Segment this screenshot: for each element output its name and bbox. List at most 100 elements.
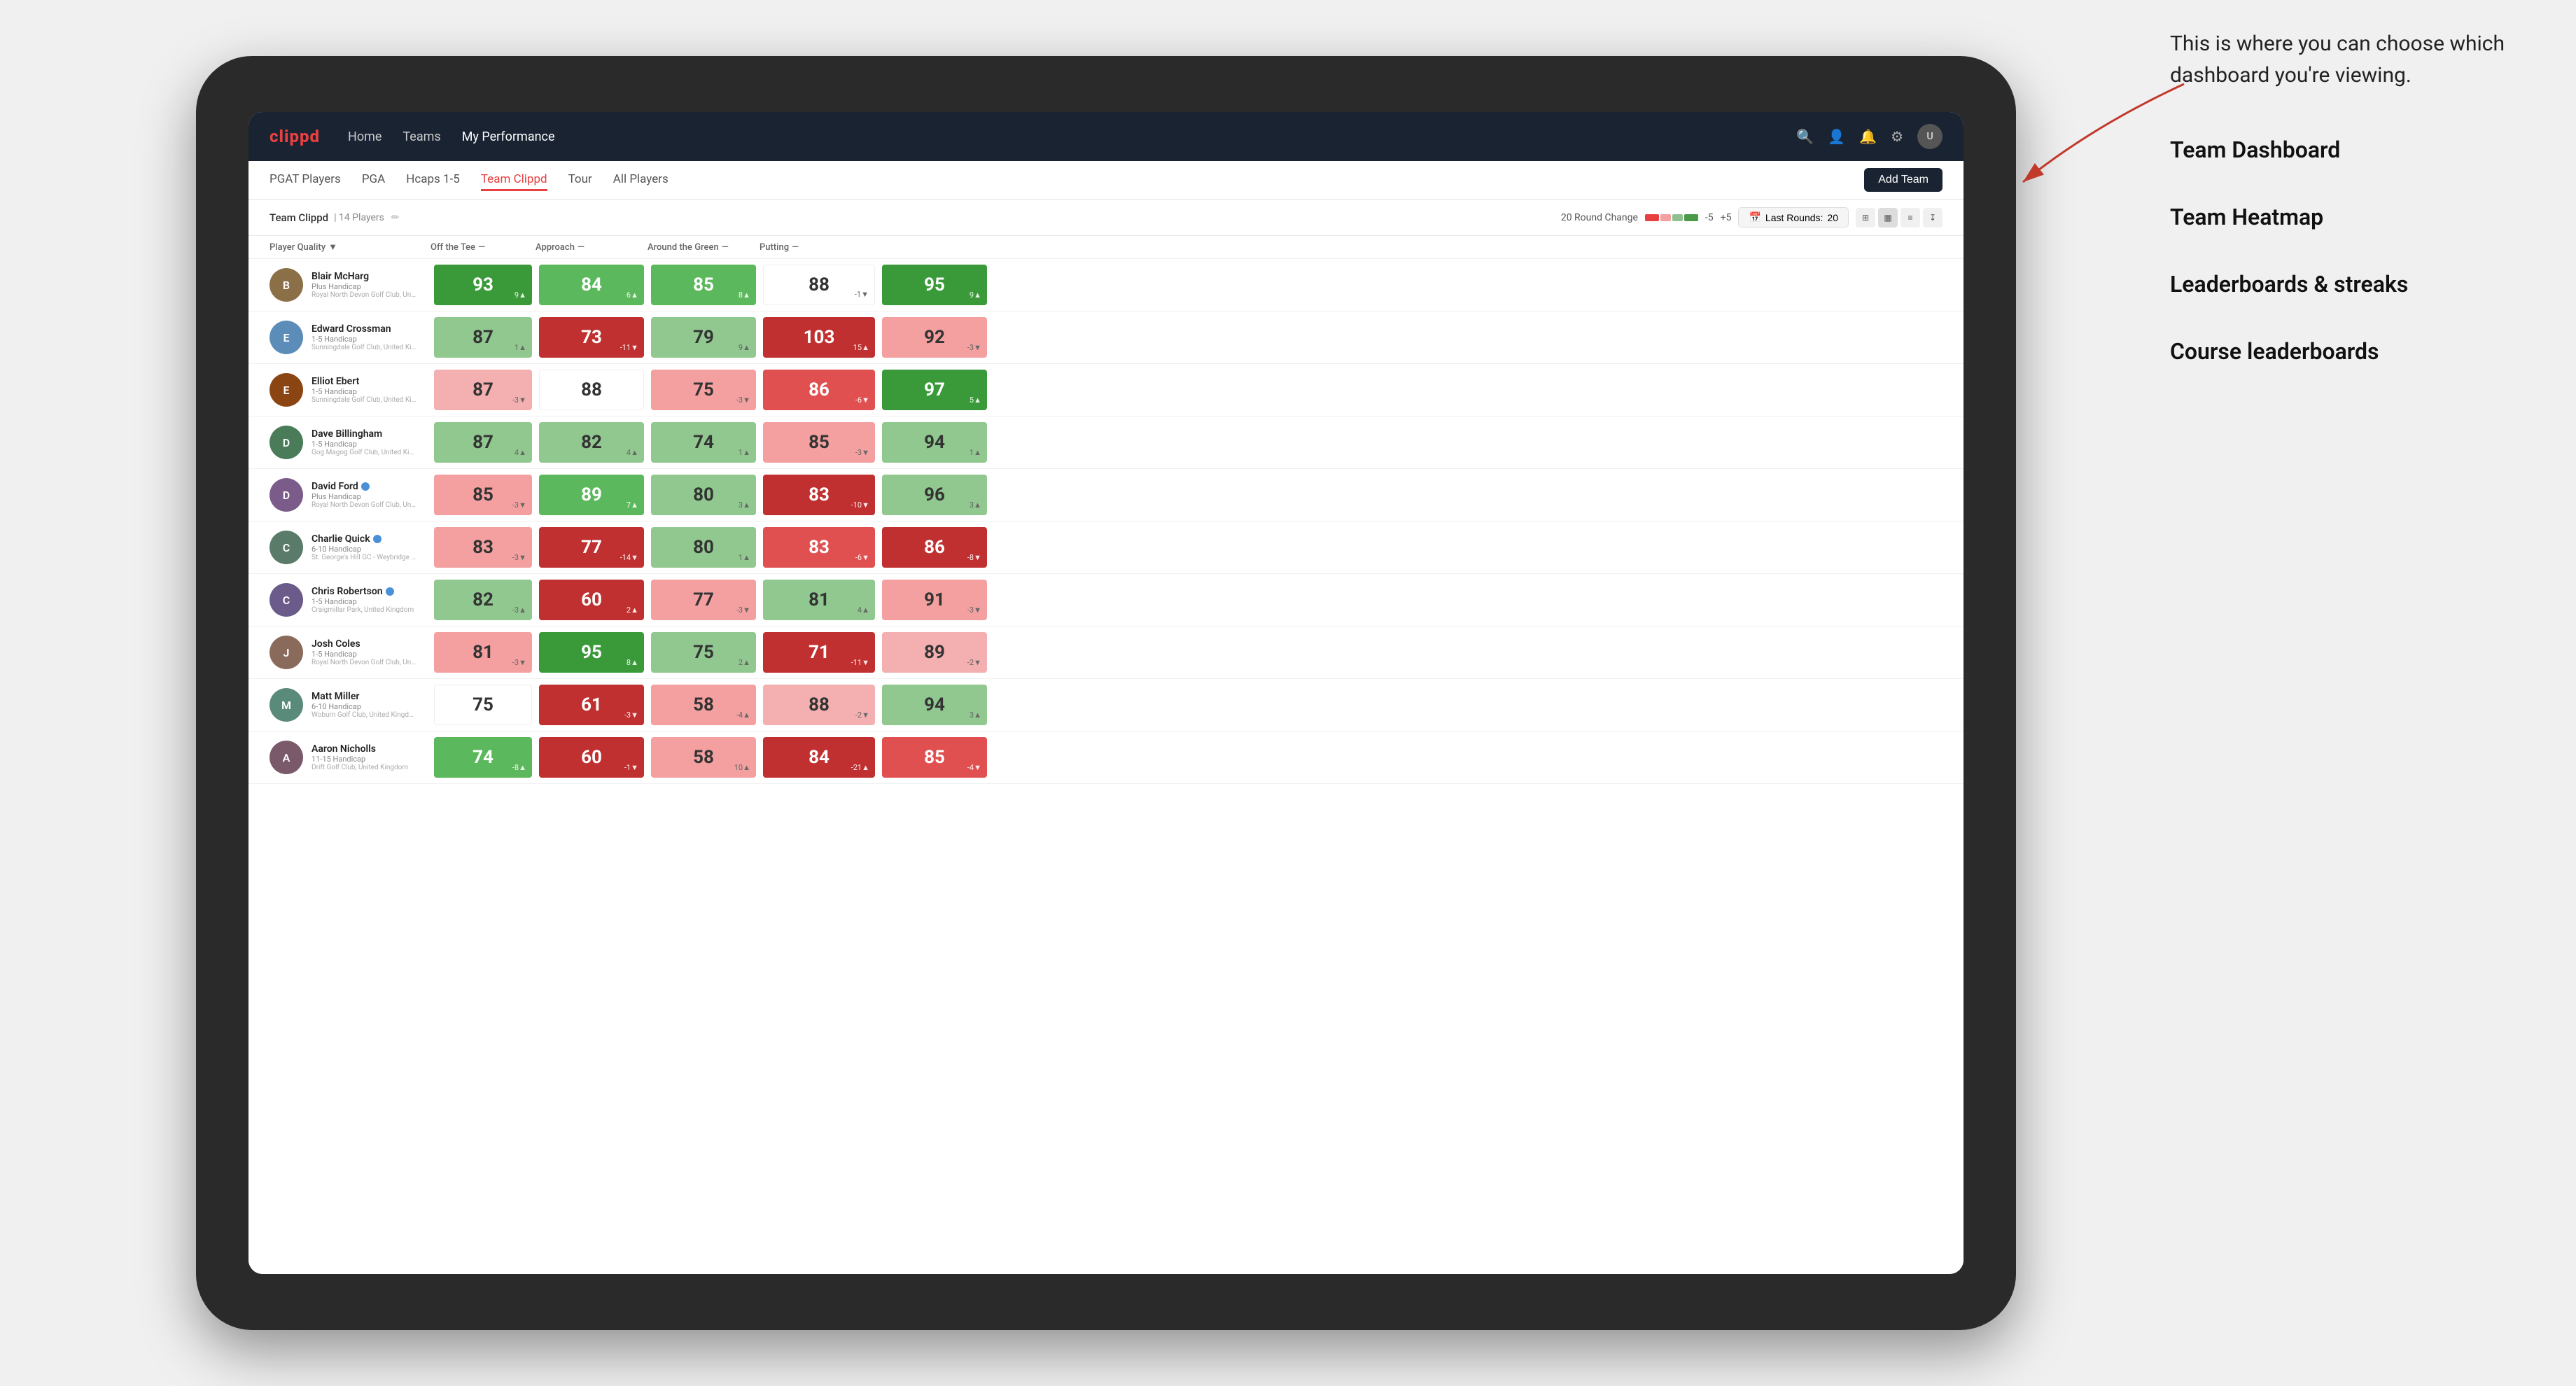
col-aroundgreen-arrow: — (722, 242, 729, 253)
score-main: 75 (693, 642, 714, 663)
table-row[interactable]: BBlair McHargPlus HandicapRoyal North De… (248, 259, 1963, 312)
score-cell: 846▲ (539, 265, 644, 305)
table-row[interactable]: EEdward Crossman1-5 HandicapSunningdale … (248, 312, 1963, 364)
score-cell: 958▲ (539, 632, 644, 673)
score-change: -1▼ (855, 290, 869, 299)
player-club: Royal North Devon Golf Club, United King… (312, 659, 416, 666)
nav-link-teams[interactable]: Teams (402, 127, 440, 147)
score-change: -3▼ (624, 710, 638, 720)
heatmap-view-icon[interactable]: ▦ (1878, 208, 1898, 227)
round-change: 20 Round Change -5 +5 📅 Last Rounds: 20 … (1561, 207, 1942, 227)
score-change: -3▼ (967, 606, 981, 615)
score-change: -11▼ (620, 343, 638, 352)
player-club: Royal North Devon Golf Club, United King… (312, 291, 416, 299)
score-change: -3▼ (512, 500, 526, 510)
annotation-list: Team Dashboard Team Heatmap Leaderboards… (2170, 133, 2534, 368)
avatar: D (270, 426, 303, 459)
player-name: Aaron Nicholls (312, 743, 408, 755)
col-putting-arrow: — (792, 242, 799, 253)
search-icon[interactable]: 🔍 (1796, 128, 1814, 145)
bell-icon[interactable]: 🔔 (1859, 128, 1877, 145)
col-offtee-arrow: — (478, 242, 485, 253)
nav-link-my-performance[interactable]: My Performance (462, 127, 555, 147)
col-header-approach: Approach — (536, 241, 648, 253)
team-count: | 14 Players (334, 212, 384, 223)
avatar: E (270, 373, 303, 407)
avatar: C (270, 531, 303, 564)
table-row[interactable]: CChris Robertson1-5 HandicapCraigmillar … (248, 574, 1963, 626)
player-info: MMatt Miller6-10 HandicapWoburn Golf Clu… (270, 688, 430, 722)
grid-view-icon[interactable]: ⊞ (1856, 208, 1875, 227)
annotation-intro: This is where you can choose which dashb… (2170, 28, 2534, 91)
player-club: Drift Golf Club, United Kingdom (312, 764, 408, 771)
score-change: -3▼ (512, 553, 526, 562)
score-change: 6▲ (626, 290, 638, 300)
score-cell: 963▲ (882, 475, 987, 515)
score-main: 81 (472, 642, 493, 663)
table-row[interactable]: E Elliot Ebert1-5 HandicapSunningdale Gol… (248, 364, 1963, 416)
table-row[interactable]: AAaron Nicholls11-15 HandicapDrift Golf … (248, 732, 1963, 784)
nav-link-home[interactable]: Home (348, 127, 382, 147)
sub-nav: PGAT Players PGA Hcaps 1-5 Team Clippd T… (248, 161, 1963, 200)
table-row[interactable]: CCharlie Quick6-10 HandicapSt. George's … (248, 522, 1963, 574)
user-icon[interactable]: 👤 (1828, 128, 1845, 145)
score-change: 9▲ (738, 343, 750, 352)
player-handicap: 11-15 Handicap (312, 755, 408, 764)
score-change: 4▲ (858, 606, 869, 615)
sub-nav-hcaps[interactable]: Hcaps 1-5 (406, 169, 460, 191)
player-handicap: 1-5 Handicap (312, 440, 416, 449)
avatar: B (270, 268, 303, 302)
score-cell: 939▲ (434, 265, 532, 305)
score-main: 94 (924, 432, 945, 453)
avatar: M (270, 688, 303, 722)
settings-icon[interactable]: ⚙ (1891, 128, 1903, 145)
sub-nav-pga[interactable]: PGA (362, 169, 385, 191)
player-details: David FordPlus HandicapRoyal North Devon… (312, 481, 416, 509)
annotation-item-3: Course leaderboards (2170, 335, 2534, 368)
sub-nav-pgat[interactable]: PGAT Players (270, 169, 341, 191)
score-change: -21▲ (851, 763, 869, 772)
add-team-button[interactable]: Add Team (1864, 168, 1942, 192)
player-club: Craigmillar Park, United Kingdom (312, 606, 414, 614)
edit-icon[interactable]: ✏ (391, 212, 400, 223)
score-change: 3▲ (738, 500, 750, 510)
score-change: 3▲ (969, 710, 981, 720)
bar-green (1684, 214, 1698, 221)
col-header-off-tee: Off the Tee — (430, 241, 536, 253)
sub-nav-tour[interactable]: Tour (568, 169, 592, 191)
export-icon[interactable]: ↧ (1923, 208, 1942, 227)
list-view-icon[interactable]: ≡ (1900, 208, 1920, 227)
player-name: David Ford (312, 481, 416, 492)
score-change: -8▼ (967, 553, 981, 562)
table-row[interactable]: DDave Billingham1-5 HandicapGog Magog Go… (248, 416, 1963, 469)
table-row[interactable]: MMatt Miller6-10 HandicapWoburn Golf Clu… (248, 679, 1963, 732)
annotation-item-0: Team Dashboard (2170, 133, 2534, 167)
sub-nav-team-clippd[interactable]: Team Clippd (481, 169, 547, 191)
player-details: Elliot Ebert1-5 HandicapSunningdale Golf… (312, 376, 416, 404)
col-player-label: Player Quality (270, 242, 326, 253)
player-info: BBlair McHargPlus HandicapRoyal North De… (270, 268, 430, 302)
bar-pink (1660, 214, 1671, 221)
table-row[interactable]: JJosh Coles1-5 HandicapRoyal North Devon… (248, 626, 1963, 679)
score-cell: 959▲ (882, 265, 987, 305)
last-rounds-button[interactable]: 📅 Last Rounds: 20 (1738, 207, 1849, 227)
avatar: E (270, 321, 303, 354)
score-change: 2▲ (738, 658, 750, 667)
team-header-row: Team Clippd | 14 Players ✏ 20 Round Chan… (248, 200, 1963, 236)
score-change: -3▲ (512, 606, 526, 615)
score-main: 75 (693, 379, 714, 400)
score-main: 79 (693, 327, 714, 348)
player-club: Woburn Golf Club, United Kingdom (312, 711, 416, 719)
score-change: -3▼ (512, 396, 526, 405)
sub-nav-all-players[interactable]: All Players (613, 169, 668, 191)
score-cell: 897▲ (539, 475, 644, 515)
player-info: JJosh Coles1-5 HandicapRoyal North Devon… (270, 636, 430, 669)
avatar[interactable]: U (1917, 124, 1942, 149)
score-cell: 73-11▼ (539, 317, 644, 358)
col-approach-arrow: — (578, 242, 584, 253)
score-cell: 89-2▼ (882, 632, 987, 673)
score-main: 58 (693, 747, 714, 768)
col-player-arrow: ▼ (328, 241, 337, 253)
score-cell: 83-10▼ (763, 475, 875, 515)
table-row[interactable]: DDavid FordPlus HandicapRoyal North Devo… (248, 469, 1963, 522)
